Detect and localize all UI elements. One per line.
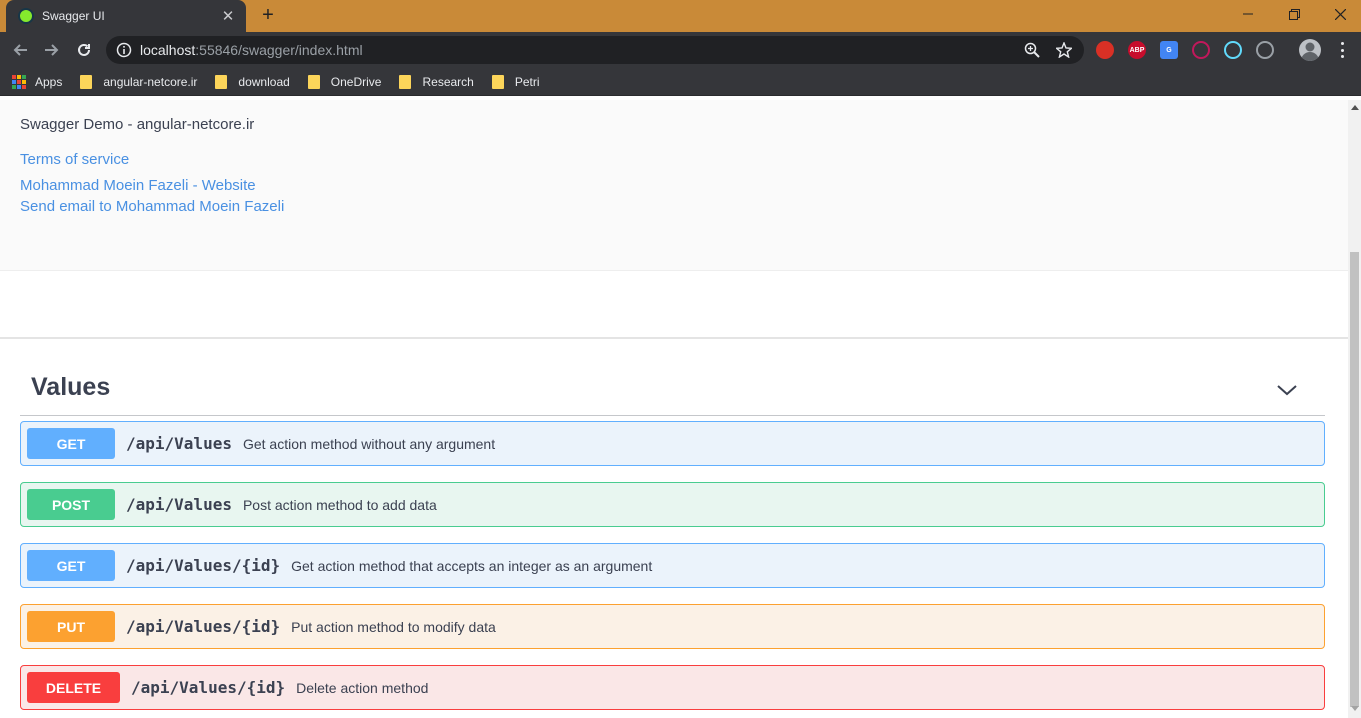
bookmark-item[interactable]: angular-netcore.ir bbox=[80, 74, 198, 89]
operation-path: /api/Values/{id} bbox=[126, 617, 281, 636]
tag-title: Values bbox=[31, 373, 111, 401]
tab-close-icon[interactable]: ✕ bbox=[220, 7, 236, 25]
operation-summary: Delete action method bbox=[296, 679, 429, 696]
bookmark-label: Apps bbox=[35, 74, 63, 89]
zoom-icon[interactable] bbox=[1022, 40, 1042, 60]
bookmark-item[interactable]: download bbox=[215, 74, 290, 89]
url-path: :55846/swagger/index.html bbox=[195, 42, 363, 58]
operation-summary: Get action method that accepts an intege… bbox=[291, 557, 653, 574]
operation-summary: Get action method without any argument bbox=[242, 435, 496, 452]
url-host: localhost bbox=[140, 42, 196, 58]
http-method-badge: POST bbox=[27, 489, 115, 520]
minimize-icon bbox=[1243, 13, 1253, 15]
contact-website-link[interactable]: Mohammad Moein Fazeli - Website bbox=[20, 177, 256, 194]
tab-strip: Swagger UI ✕ + bbox=[0, 0, 1361, 32]
bookmark-item[interactable]: OneDrive bbox=[307, 74, 382, 89]
tab-title: Swagger UI bbox=[42, 9, 105, 23]
contact-email-link[interactable]: Send email to Mohammad Moein Fazeli bbox=[20, 198, 284, 215]
operation-get[interactable]: GET/api/Values/{id} Get action method tha… bbox=[20, 543, 1325, 588]
operation-delete[interactable]: DELETE/api/Values/{id} Delete action meth… bbox=[20, 665, 1325, 710]
close-window-button[interactable] bbox=[1317, 0, 1361, 28]
reload-icon bbox=[78, 43, 90, 56]
http-method-badge: GET bbox=[27, 428, 115, 459]
operation-summary: Put action method to modify data bbox=[291, 618, 496, 635]
tag-header-values[interactable]: Values bbox=[20, 366, 1325, 416]
operation-path: /api/Values/{id} bbox=[131, 678, 286, 697]
bookmark-label: Research bbox=[422, 74, 474, 89]
api-description: Swagger Demo - angular-netcore.ir bbox=[20, 116, 255, 133]
restore-window-button[interactable] bbox=[1271, 0, 1317, 28]
arrow-left-icon bbox=[13, 44, 27, 56]
http-method-badge: PUT bbox=[27, 611, 115, 642]
scroll-up-arrow-icon[interactable] bbox=[1351, 105, 1359, 110]
profile-avatar[interactable] bbox=[1299, 39, 1321, 61]
bookmark-item[interactable]: Apps bbox=[12, 74, 63, 89]
minimize-window-button[interactable] bbox=[1225, 0, 1271, 28]
info-icon[interactable] bbox=[116, 42, 132, 58]
browser-tab[interactable]: Swagger UI ✕ bbox=[6, 0, 246, 32]
api-info-section: Swagger Demo - angular-netcore.ir Terms … bbox=[0, 100, 1348, 271]
page-scrollbar[interactable] bbox=[1348, 100, 1361, 718]
restore-icon bbox=[1288, 8, 1300, 20]
section-divider bbox=[0, 337, 1348, 339]
operation-post[interactable]: POST/api/Values Post action method to add… bbox=[20, 482, 1325, 527]
browser-toolbar: localhost:55846/swagger/index.html ABP G bbox=[0, 32, 1361, 68]
new-tab-button[interactable]: + bbox=[258, 4, 278, 26]
page-viewport: Swagger Demo - angular-netcore.ir Terms … bbox=[0, 100, 1348, 718]
bookmark-label: angular-netcore.ir bbox=[103, 74, 198, 89]
operation-path: /api/Values/{id} bbox=[126, 556, 281, 575]
react-devtools-extension-icon[interactable] bbox=[1224, 41, 1242, 59]
scroll-down-arrow-icon[interactable] bbox=[1351, 706, 1359, 711]
apps-grid-icon bbox=[12, 74, 26, 89]
folder-icon bbox=[399, 74, 412, 89]
back-button[interactable] bbox=[8, 38, 32, 62]
address-bar[interactable]: localhost:55846/swagger/index.html bbox=[106, 36, 1084, 64]
arrow-right-icon bbox=[45, 44, 59, 56]
google-translate-extension-icon[interactable]: G bbox=[1160, 41, 1178, 59]
chevron-down-icon[interactable] bbox=[1275, 378, 1299, 402]
reload-button[interactable] bbox=[72, 38, 96, 62]
bookmark-label: OneDrive bbox=[330, 74, 382, 89]
bookmark-label: Petri bbox=[514, 74, 540, 89]
operation-path: /api/Values bbox=[126, 495, 232, 514]
stop-hand-extension-icon[interactable] bbox=[1096, 41, 1114, 59]
folder-icon bbox=[307, 74, 320, 89]
operation-get[interactable]: GET/api/Values Get action method without … bbox=[20, 421, 1325, 466]
operation-path: /api/Values bbox=[126, 434, 232, 453]
bookmark-star-icon[interactable] bbox=[1054, 40, 1074, 60]
folder-icon bbox=[491, 74, 504, 89]
operation-summary: Post action method to add data bbox=[242, 496, 437, 513]
bookmarks-bar: Apps angular-netcore.ir download OneDrive Re… bbox=[0, 68, 1361, 96]
terms-of-service-link[interactable]: Terms of service bbox=[20, 151, 129, 168]
browser-menu-button[interactable] bbox=[1334, 41, 1350, 59]
bookmark-label: download bbox=[238, 74, 290, 89]
bookmark-item[interactable]: Research bbox=[399, 74, 474, 89]
operation-put[interactable]: PUT/api/Values/{id} Put action method to … bbox=[20, 604, 1325, 649]
forward-button[interactable] bbox=[40, 38, 64, 62]
scroll-thumb[interactable] bbox=[1350, 252, 1359, 707]
swagger-favicon-icon bbox=[18, 8, 34, 24]
pen-extension-icon[interactable] bbox=[1192, 41, 1210, 59]
plane-extension-icon[interactable] bbox=[1256, 41, 1274, 59]
bookmark-item[interactable]: Petri bbox=[491, 74, 540, 89]
folder-icon bbox=[80, 74, 93, 89]
folder-icon bbox=[215, 74, 228, 89]
http-method-badge: GET bbox=[27, 550, 115, 581]
http-method-badge: DELETE bbox=[27, 672, 120, 703]
adblock-plus-extension-icon[interactable]: ABP bbox=[1128, 41, 1146, 59]
close-icon bbox=[1334, 8, 1346, 20]
